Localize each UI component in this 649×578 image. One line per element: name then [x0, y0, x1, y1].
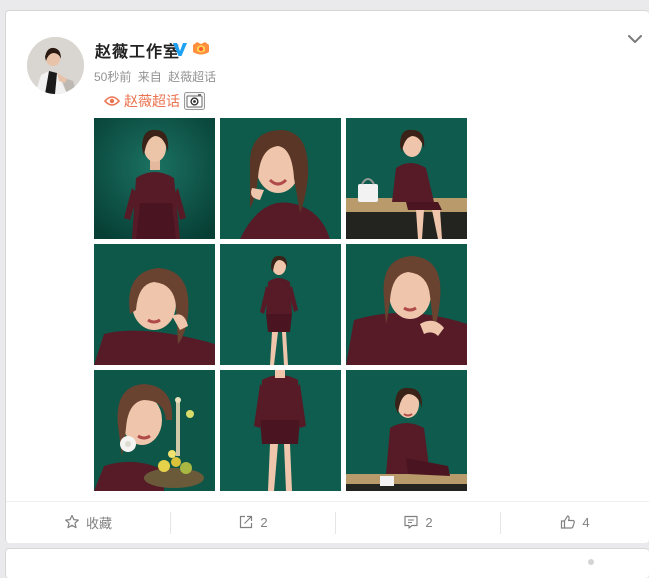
post-source[interactable]: 赵薇超话: [168, 70, 216, 84]
post-meta: 50秒前 来自 赵薇超话: [94, 68, 219, 85]
next-post-card: [5, 548, 649, 578]
photo-2[interactable]: [220, 118, 341, 239]
username[interactable]: 赵薇工作室: [95, 38, 180, 62]
action-bar: 收藏 2 2 4: [6, 502, 649, 544]
avatar[interactable]: [27, 37, 84, 94]
comment-button[interactable]: 2: [336, 502, 500, 542]
topic-link[interactable]: 赵薇超话: [104, 91, 205, 111]
photo-9[interactable]: [346, 370, 467, 491]
photo-4[interactable]: [94, 244, 215, 365]
favorite-button[interactable]: 收藏: [6, 502, 170, 542]
comment-icon: [404, 515, 418, 529]
comment-count: 2: [425, 514, 433, 530]
photo-6[interactable]: [346, 244, 467, 365]
post-time[interactable]: 50秒前: [94, 70, 131, 84]
photo-7[interactable]: [94, 370, 215, 491]
fan-badge-icon: [193, 42, 209, 55]
like-count: 4: [582, 514, 590, 530]
repost-icon: [240, 515, 253, 529]
verified-v-icon: [173, 43, 187, 56]
weibo-post-card: 赵薇工作室 50秒前 来自 赵薇超话 赵薇超话 收藏 2 2 4: [5, 10, 649, 543]
photo-5[interactable]: [220, 244, 341, 365]
chevron-down-icon[interactable]: [625, 29, 645, 49]
photo-8[interactable]: [220, 370, 341, 491]
repost-count: 2: [260, 514, 268, 530]
more-options-icon[interactable]: [588, 559, 594, 565]
camera-icon: [184, 92, 205, 110]
favorite-label: 收藏: [85, 515, 112, 531]
thumbs-up-icon: [561, 515, 576, 529]
topic-eye-icon: [104, 96, 120, 106]
photo-3[interactable]: [346, 118, 467, 239]
like-button[interactable]: 4: [501, 502, 649, 542]
photo-1[interactable]: [94, 118, 215, 239]
photo-grid: [94, 118, 469, 496]
repost-button[interactable]: 2: [171, 502, 335, 542]
topic-label: 赵薇超话: [124, 93, 180, 109]
star-icon: [64, 514, 79, 529]
source-prefix: 来自: [137, 70, 162, 84]
